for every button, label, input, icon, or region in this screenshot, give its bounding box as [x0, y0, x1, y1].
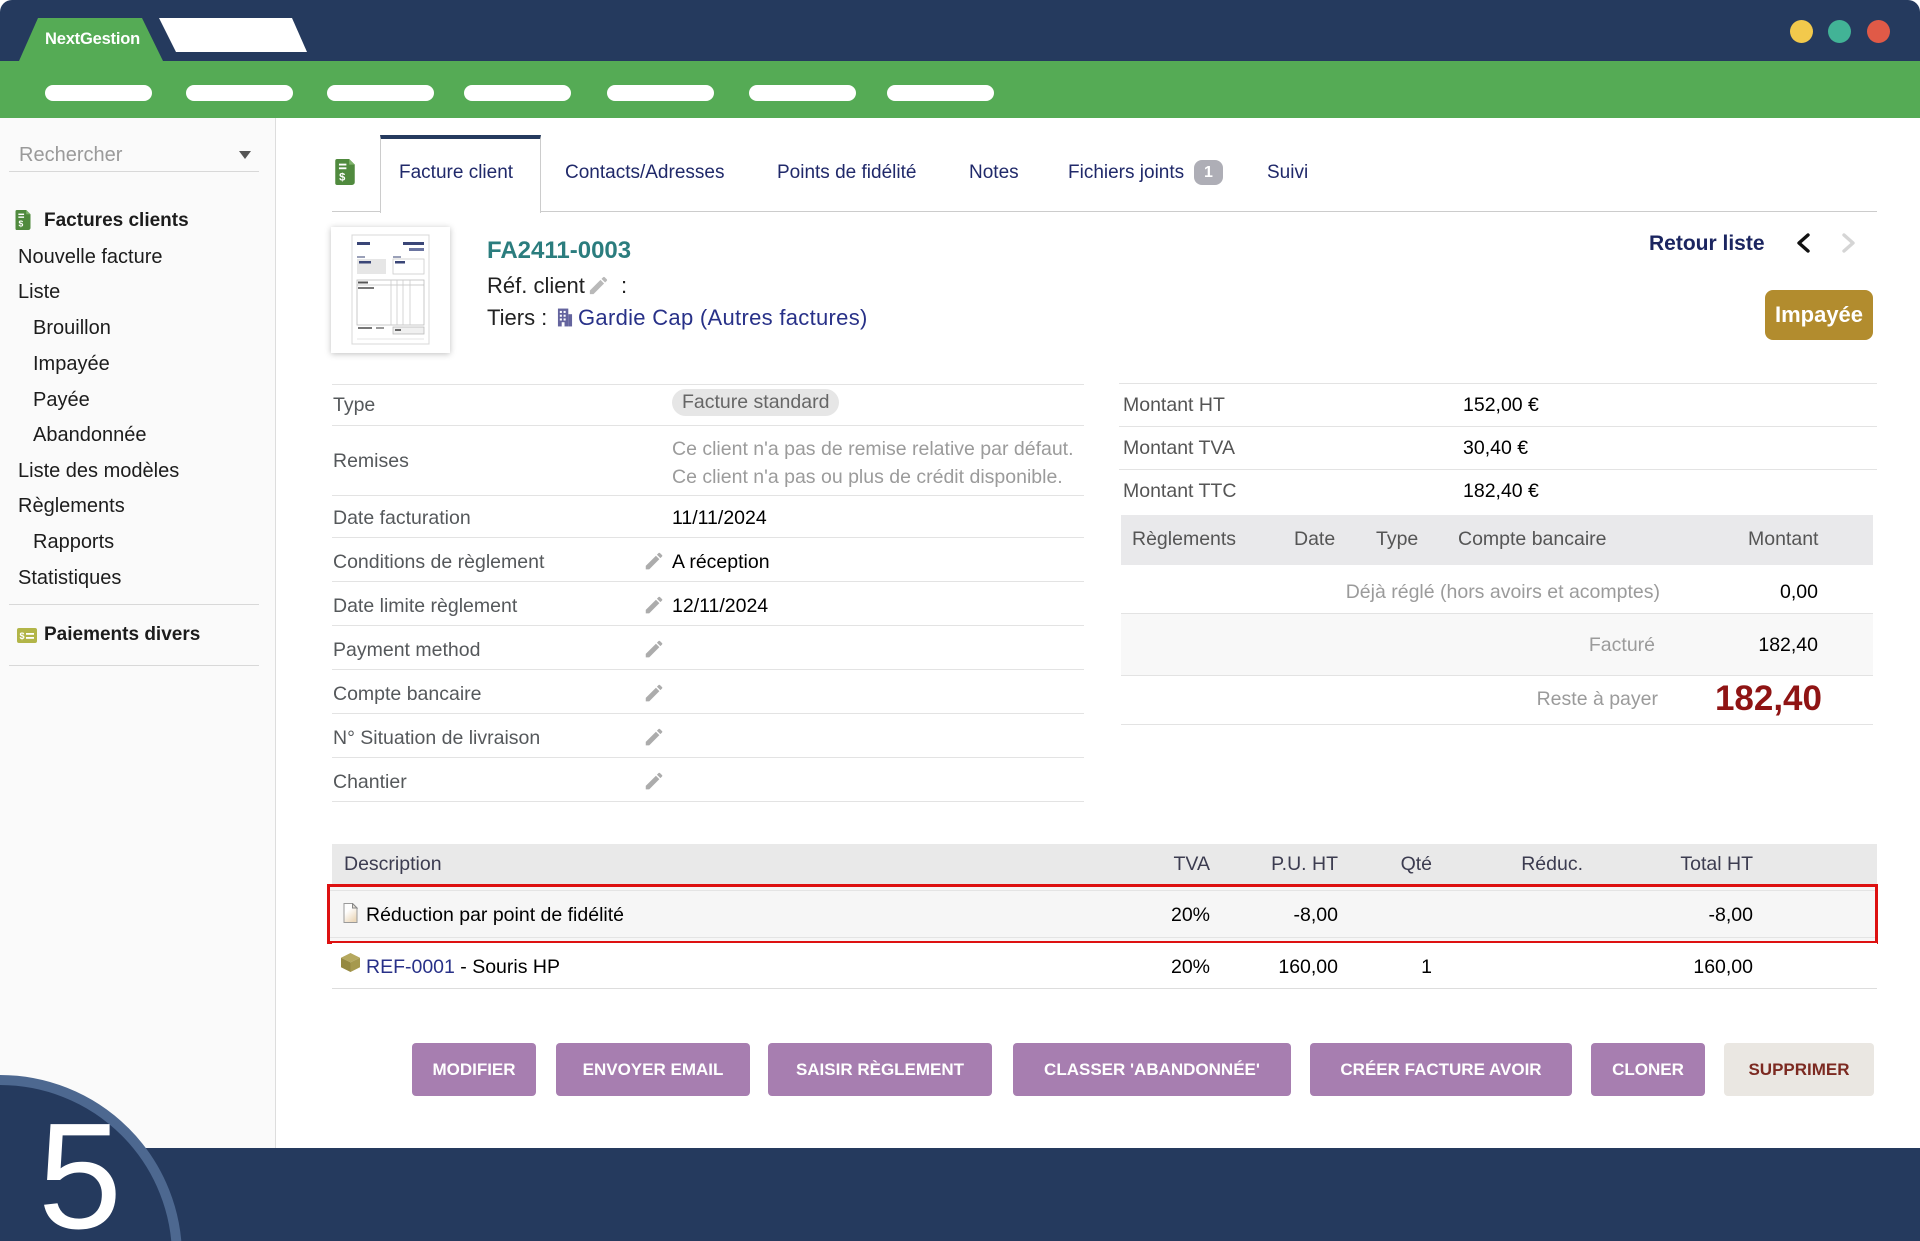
- svg-text:$: $: [339, 171, 346, 183]
- svg-text:$: $: [18, 218, 23, 228]
- svg-text:$: $: [19, 631, 24, 641]
